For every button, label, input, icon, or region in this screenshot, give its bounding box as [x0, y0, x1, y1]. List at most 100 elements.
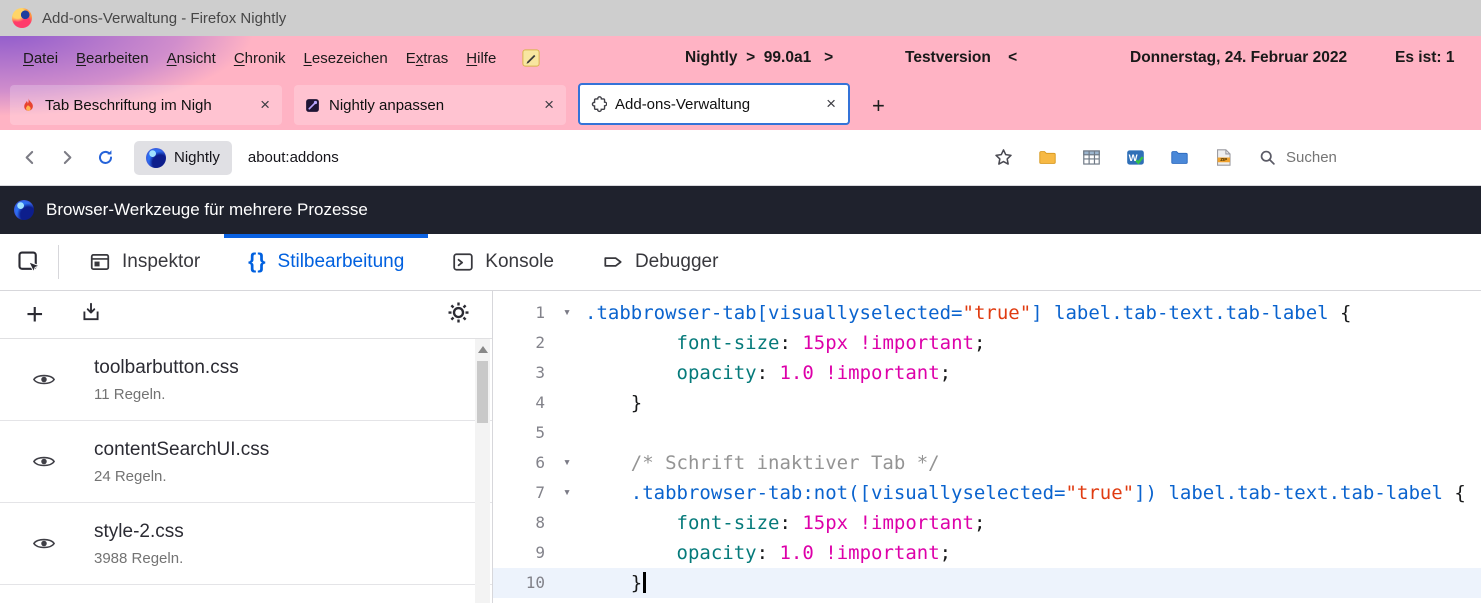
- fold-spacer: [549, 568, 585, 598]
- browser-tab[interactable]: Add-ons-Verwaltung×: [578, 83, 850, 125]
- nightly-logo-icon: [146, 148, 166, 168]
- searchbar[interactable]: [1259, 148, 1471, 167]
- code-text: /* Schrift inaktiver Tab */: [585, 448, 940, 478]
- browser-window: Add-ons-Verwaltung - Firefox Nightly Dat…: [0, 0, 1481, 603]
- style-editor-panel: + toolbarbutton.css11 Regeln.contentSear…: [0, 291, 1481, 603]
- date-text: Donnerstag, 24. Februar 2022: [1130, 36, 1347, 80]
- search-icon: [1259, 149, 1276, 166]
- line-number: 8: [493, 508, 549, 538]
- bookmark-star-button[interactable]: [985, 140, 1021, 176]
- code-line[interactable]: 4 }: [493, 388, 1481, 418]
- folder-yellow-button[interactable]: [1029, 140, 1065, 176]
- visibility-toggle-eye-icon[interactable]: [32, 453, 56, 470]
- folder-blue-button[interactable]: [1161, 140, 1197, 176]
- line-number: 10: [493, 568, 549, 598]
- fold-spacer: [549, 388, 585, 418]
- stylesheet-item[interactable]: contentSearchUI.css24 Regeln.: [0, 421, 492, 503]
- code-line[interactable]: 7▾ .tabbrowser-tab:not([visuallyselected…: [493, 478, 1481, 508]
- code-text: opacity: 1.0 !important;: [585, 538, 951, 568]
- line-number: 9: [493, 538, 549, 568]
- browser-tab[interactable]: Tab Beschriftung im Nigh×: [10, 85, 282, 125]
- stylesheet-item[interactable]: style-2.css3988 Regeln.: [0, 503, 492, 585]
- window-title: Add-ons-Verwaltung - Firefox Nightly: [42, 10, 286, 27]
- sidebar-scrollbar[interactable]: [475, 339, 490, 603]
- reload-button[interactable]: [86, 139, 124, 177]
- back-button[interactable]: [10, 139, 48, 177]
- code-line[interactable]: 5: [493, 418, 1481, 448]
- node-picker-button[interactable]: [0, 234, 58, 290]
- code-line[interactable]: 3 opacity: 1.0 !important;: [493, 358, 1481, 388]
- theme-area: DateiBearbeitenAnsichtChronikLesezeichen…: [0, 36, 1481, 130]
- validator-button[interactable]: W: [1117, 140, 1153, 176]
- firefox-logo-icon: [12, 8, 32, 28]
- fold-arrow-icon[interactable]: ▾: [549, 478, 585, 508]
- scrollbar-thumb[interactable]: [477, 361, 488, 423]
- code-editor[interactable]: 1▾.tabbrowser-tab[visuallyselected="true…: [493, 291, 1481, 603]
- close-icon[interactable]: ×: [824, 94, 838, 114]
- menu-hilfe[interactable]: Hilfe: [457, 46, 505, 71]
- code-line[interactable]: 6▾ /* Schrift inaktiver Tab */: [493, 448, 1481, 478]
- grid-button[interactable]: [1073, 140, 1109, 176]
- new-tab-button[interactable]: +: [862, 95, 895, 117]
- import-stylesheet-button[interactable]: [80, 301, 102, 328]
- menu-datei[interactable]: Datei: [14, 46, 67, 71]
- navbar-icons: W ZIP: [985, 140, 1241, 176]
- fold-spacer: [549, 418, 585, 448]
- new-stylesheet-button[interactable]: +: [26, 300, 44, 330]
- time-text: Es ist: 1: [1395, 36, 1454, 80]
- tab-title: Nightly anpassen: [329, 97, 534, 114]
- pencil-icon[interactable]: [521, 48, 541, 68]
- menu-extras[interactable]: Extras: [397, 46, 458, 71]
- devtools-tab-stilbearbeitung[interactable]: {}Stilbearbeitung: [224, 234, 428, 290]
- devtools-tab-debugger[interactable]: Debugger: [578, 234, 742, 290]
- line-number: 4: [493, 388, 549, 418]
- url-input[interactable]: [246, 148, 985, 167]
- fold-spacer: [549, 508, 585, 538]
- options-gear-button[interactable]: [446, 300, 471, 330]
- fold-arrow-icon[interactable]: ▾: [549, 298, 585, 328]
- devtools-tab-konsole[interactable]: Konsole: [428, 234, 578, 290]
- code-lines: 1▾.tabbrowser-tab[visuallyselected="true…: [493, 298, 1481, 598]
- tab-strip: Tab Beschriftung im Nigh× Nightly anpasse…: [10, 83, 862, 125]
- inspector-icon: [89, 251, 111, 273]
- fold-spacer: [549, 358, 585, 388]
- close-icon[interactable]: ×: [542, 95, 556, 115]
- toolbar-separator: [58, 245, 59, 279]
- menu-lesezeichen[interactable]: Lesezeichen: [295, 46, 397, 71]
- code-text: opacity: 1.0 !important;: [585, 358, 951, 388]
- code-text: }: [585, 388, 642, 418]
- code-text: }: [585, 568, 646, 598]
- zip-button[interactable]: ZIP: [1205, 140, 1241, 176]
- svg-text:ZIP: ZIP: [1220, 157, 1227, 162]
- code-line[interactable]: 10 }: [493, 568, 1481, 598]
- menu-chronik[interactable]: Chronik: [225, 46, 295, 71]
- close-icon[interactable]: ×: [258, 95, 272, 115]
- fold-arrow-icon[interactable]: ▾: [549, 448, 585, 478]
- nightly-logo-icon: [14, 200, 34, 220]
- scrollbar-up-arrow-icon[interactable]: [478, 346, 488, 353]
- code-text: font-size: 15px !important;: [585, 508, 985, 538]
- stylesheet-info: style-2.css3988 Regeln.: [94, 521, 184, 567]
- devtools-header: Browser-Werkzeuge für mehrere Prozesse: [0, 186, 1481, 234]
- customize-icon: [304, 97, 321, 114]
- code-line[interactable]: 1▾.tabbrowser-tab[visuallyselected="true…: [493, 298, 1481, 328]
- forward-button[interactable]: [48, 139, 86, 177]
- code-text: font-size: 15px !important;: [585, 328, 985, 358]
- menu-bearbeiten[interactable]: Bearbeiten: [67, 46, 158, 71]
- search-input[interactable]: [1284, 148, 1434, 167]
- code-line[interactable]: 8 font-size: 15px !important;: [493, 508, 1481, 538]
- code-text: .tabbrowser-tab[visuallyselected="true"]…: [585, 298, 1351, 328]
- code-line[interactable]: 9 opacity: 1.0 !important;: [493, 538, 1481, 568]
- visibility-toggle-eye-icon[interactable]: [32, 535, 56, 552]
- fold-spacer: [549, 328, 585, 358]
- devtools-title: Browser-Werkzeuge für mehrere Prozesse: [46, 200, 368, 220]
- code-text: .tabbrowser-tab:not([visuallyselected="t…: [585, 478, 1466, 508]
- stylesheet-name: toolbarbutton.css: [94, 357, 239, 379]
- code-line[interactable]: 2 font-size: 15px !important;: [493, 328, 1481, 358]
- browser-tab[interactable]: Nightly anpassen ×: [294, 85, 566, 125]
- stylesheet-item[interactable]: toolbarbutton.css11 Regeln.: [0, 339, 492, 421]
- identity-chip[interactable]: Nightly: [134, 141, 232, 175]
- devtools-tab-inspektor[interactable]: Inspektor: [65, 234, 224, 290]
- menu-ansicht[interactable]: Ansicht: [158, 46, 225, 71]
- visibility-toggle-eye-icon[interactable]: [32, 371, 56, 388]
